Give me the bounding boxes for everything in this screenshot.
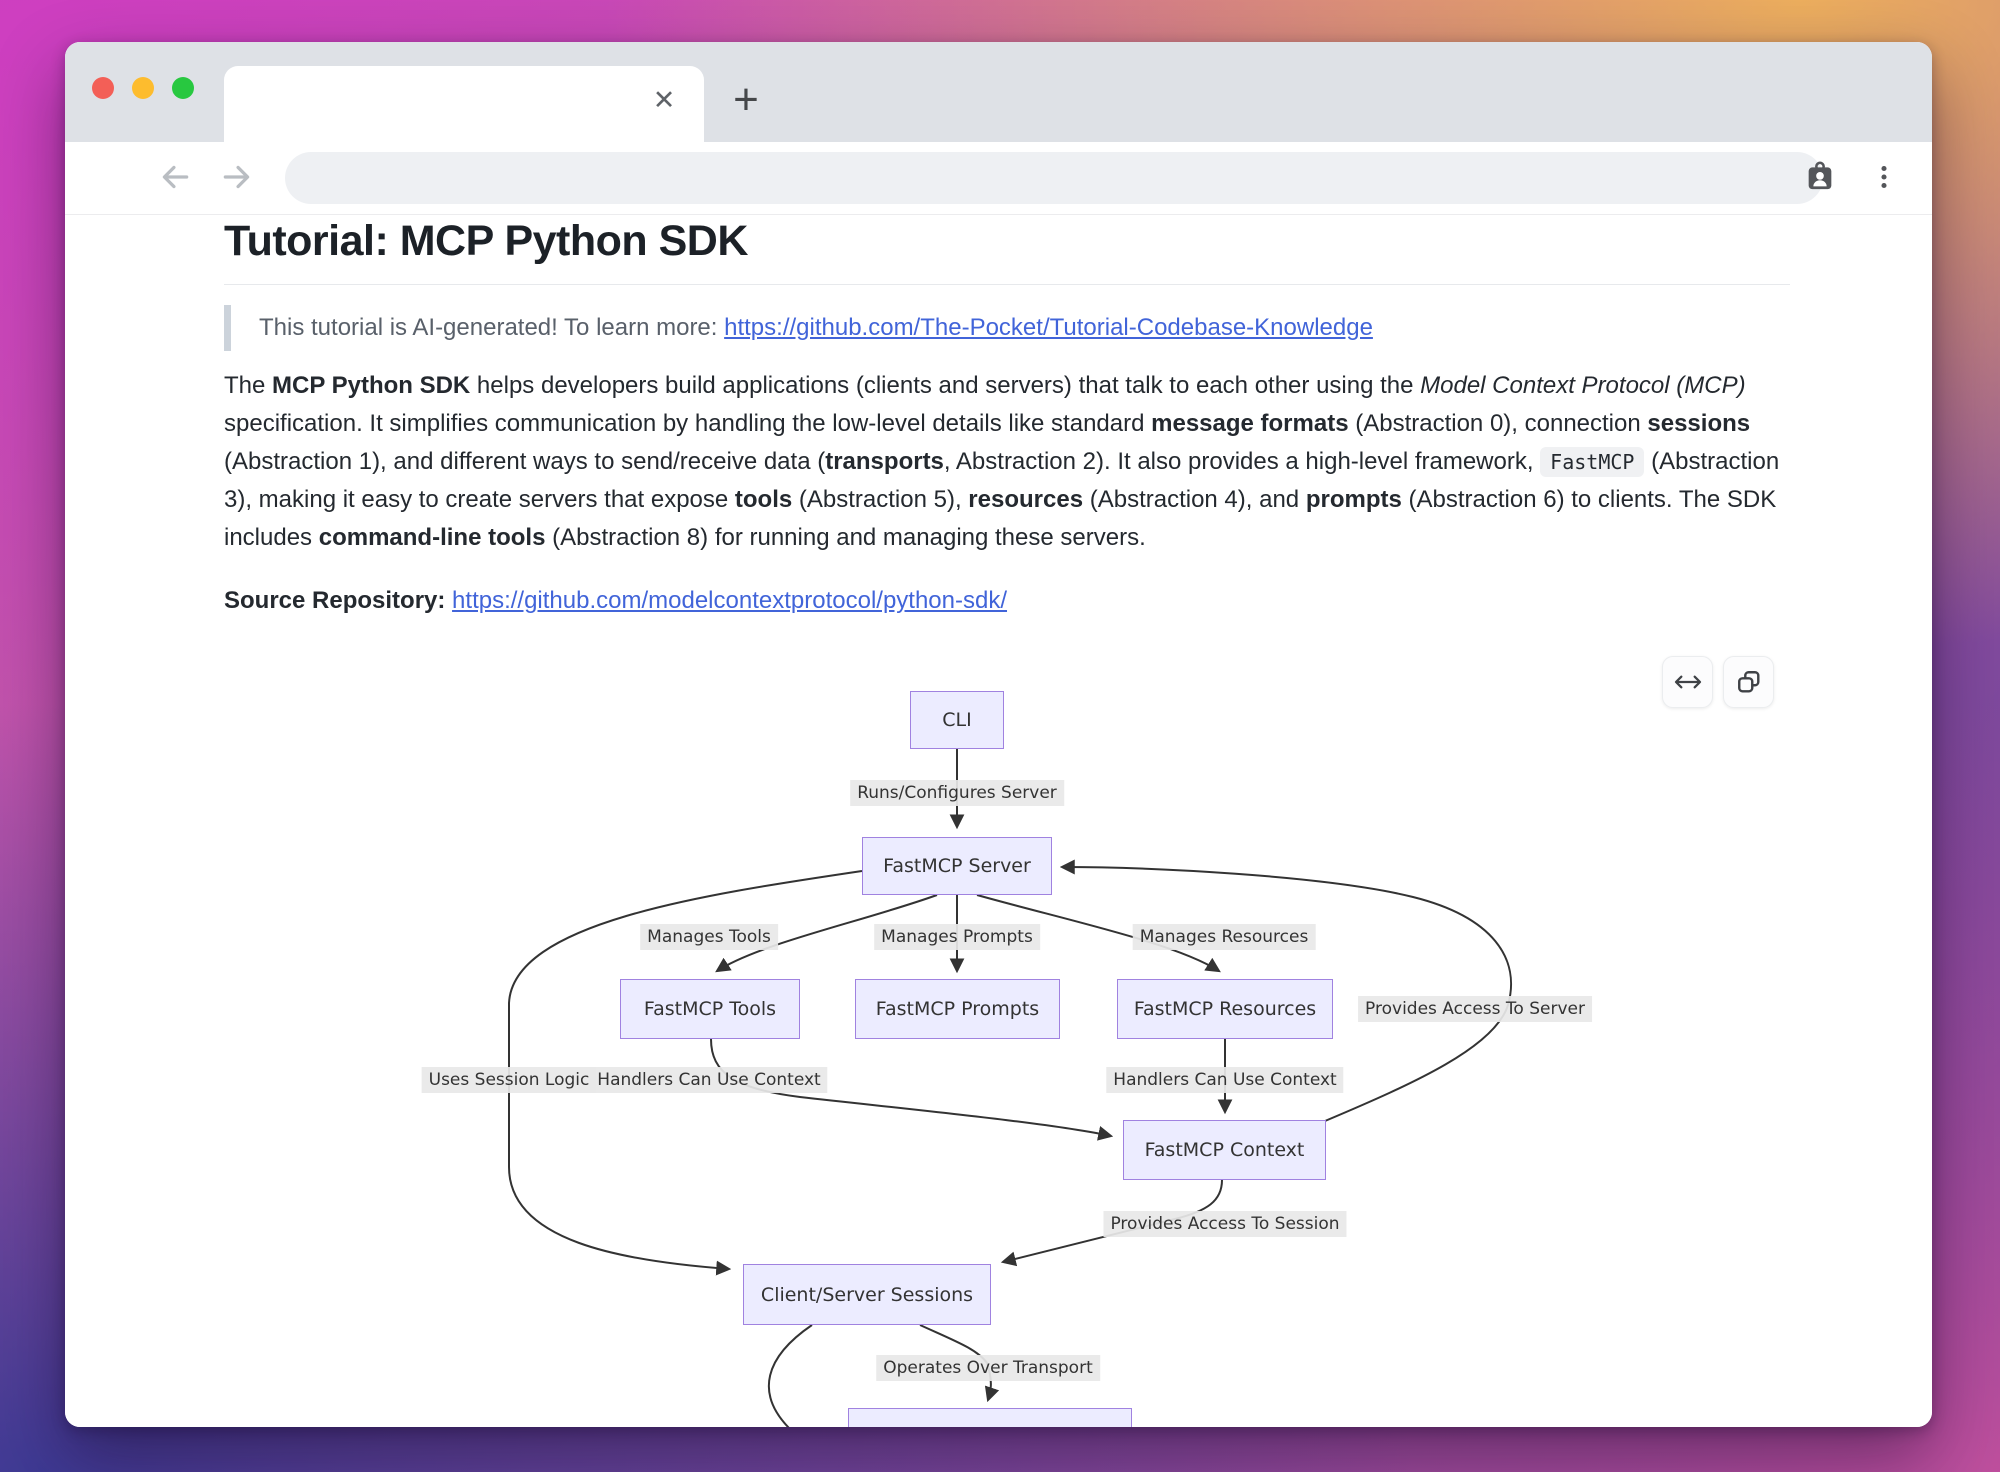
diagram-node-transports xyxy=(848,1408,1132,1427)
diagram-node-server: FastMCP Server xyxy=(862,837,1052,895)
profile-badge-icon xyxy=(1803,160,1837,194)
profile-button[interactable] xyxy=(1798,156,1842,200)
forward-button[interactable] xyxy=(215,156,259,200)
minimize-window-button[interactable] xyxy=(132,77,154,99)
back-button[interactable] xyxy=(153,156,197,200)
browser-toolbar xyxy=(65,142,1932,215)
edge-label-handlers_l: Handlers Can Use Context xyxy=(590,1067,827,1093)
edge-sessions-transports-left xyxy=(769,1325,812,1427)
edge-label-operates: Operates Over Transport xyxy=(876,1355,1100,1381)
diagram-node-context: FastMCP Context xyxy=(1123,1120,1326,1180)
edge-label-m_tools: Manages Tools xyxy=(640,924,778,950)
diagram-node-tools: FastMCP Tools xyxy=(620,979,800,1039)
edge-label-runs: Runs/Configures Server xyxy=(850,780,1064,806)
browser-tab[interactable]: ✕ xyxy=(224,66,704,142)
forward-arrow-icon xyxy=(220,160,254,194)
new-tab-button[interactable]: + xyxy=(720,74,772,126)
browser-window: ✕ + xyxy=(65,42,1932,1427)
diagram-node-cli: CLI xyxy=(910,691,1004,749)
tab-strip: ✕ + xyxy=(65,42,1932,142)
edge-label-uses_session: Uses Session Logic xyxy=(422,1067,597,1093)
kebab-menu-icon xyxy=(1867,160,1901,194)
tab-close-button[interactable]: ✕ xyxy=(644,80,684,120)
diagram-node-resources: FastMCP Resources xyxy=(1117,979,1333,1039)
address-bar-input[interactable] xyxy=(285,152,1823,204)
browser-menu-button[interactable] xyxy=(1862,156,1906,200)
edge-label-provides_server: Provides Access To Server xyxy=(1358,996,1592,1022)
window-controls xyxy=(92,77,194,99)
diagram-node-sessions: Client/Server Sessions xyxy=(743,1264,991,1325)
zoom-window-button[interactable] xyxy=(172,77,194,99)
page-content: Tutorial: MCP Python SDK This tutorial i… xyxy=(65,215,1932,1427)
close-window-button[interactable] xyxy=(92,77,114,99)
edge-label-m_resources: Manages Resources xyxy=(1133,924,1316,950)
diagram-node-prompts: FastMCP Prompts xyxy=(855,979,1060,1039)
back-arrow-icon xyxy=(158,160,192,194)
diagram-edges xyxy=(65,215,1932,1427)
edge-label-handlers_r: Handlers Can Use Context xyxy=(1106,1067,1343,1093)
edge-label-provides_session: Provides Access To Session xyxy=(1103,1211,1346,1237)
edge-label-m_prompts: Manages Prompts xyxy=(874,924,1040,950)
